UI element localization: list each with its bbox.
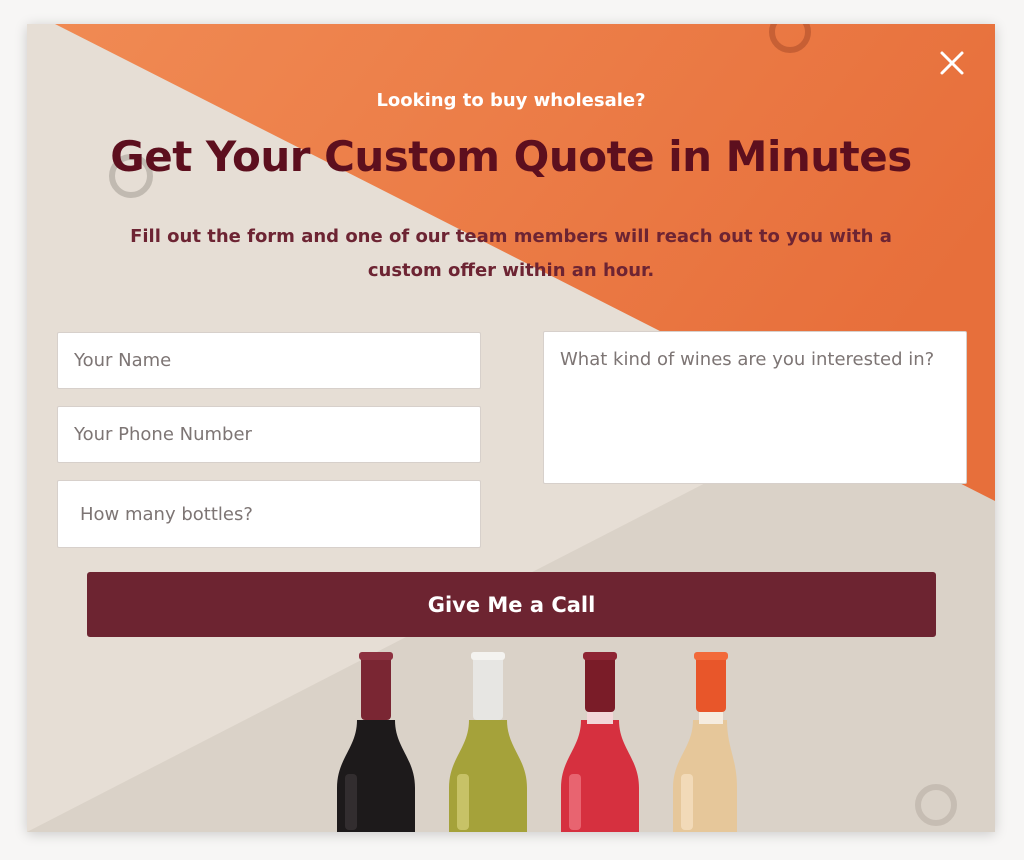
popup-description: Fill out the form and one of our team me… [130,226,892,281]
red-wine-bottle [337,652,415,832]
close-button[interactable] [937,48,967,78]
popup-headline: Get Your Custom Quote in Minutes [110,132,912,181]
phone-input[interactable] [57,406,481,463]
white-wine-bottle [449,652,527,832]
name-input[interactable] [57,332,481,389]
popup-eyebrow: Looking to buy wholesale? [376,90,646,111]
close-icon [940,51,964,75]
wine-interest-textarea[interactable] [543,331,967,484]
rose-wine-bottle [561,652,639,832]
quote-popup: Looking to buy wholesale? Get Your Custo… [27,24,995,832]
light-wine-bottle [673,652,737,832]
wine-bottles-image [337,652,737,832]
bottle-quantity-input[interactable] [57,480,481,548]
give-me-a-call-button[interactable]: Give Me a Call [87,572,936,637]
